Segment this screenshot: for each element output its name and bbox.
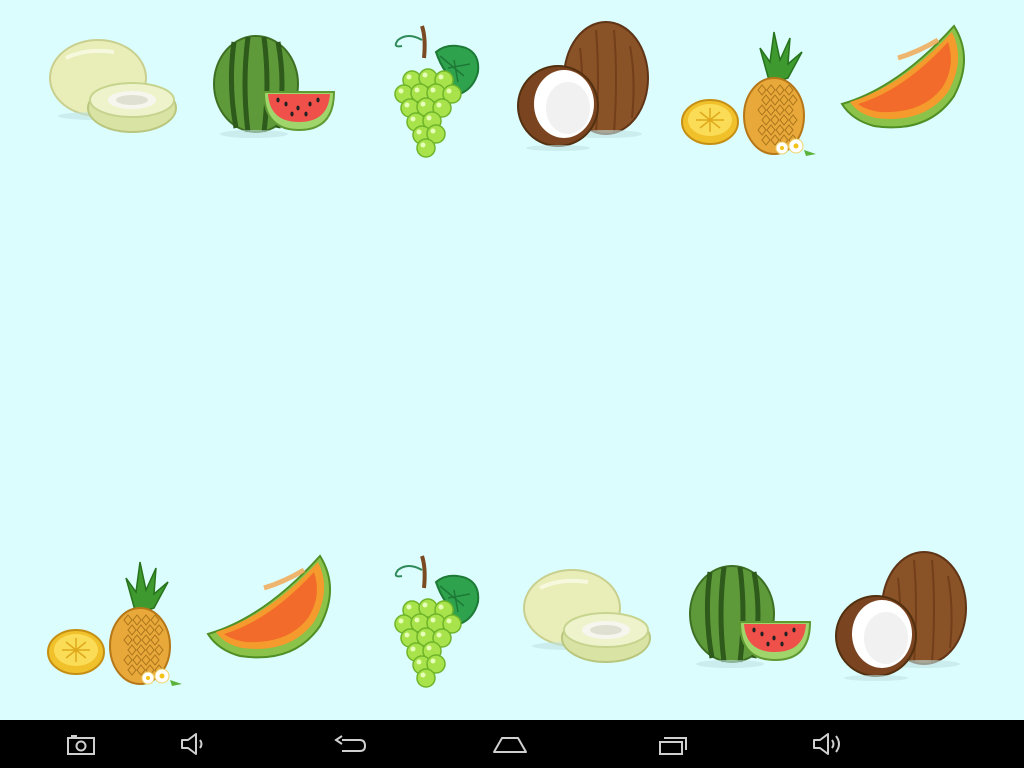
- top-row-card-2-watermelon[interactable]: [194, 18, 344, 168]
- recent-apps-button[interactable]: [654, 726, 694, 762]
- volume-up-icon: [813, 733, 840, 755]
- cantaloupe-icon: [206, 554, 331, 659]
- volume-up-button[interactable]: [808, 726, 848, 762]
- bottom-row-card-4-honeydew[interactable]: [510, 548, 660, 698]
- screenshot-button[interactable]: [60, 726, 100, 762]
- volume-down-icon: [181, 733, 203, 755]
- recent-apps-icon: [659, 737, 687, 755]
- coconut-icon: [517, 21, 649, 151]
- honeydew-icon: [523, 569, 651, 663]
- grapes-icon: [394, 555, 480, 688]
- volume-down-button[interactable]: [174, 726, 214, 762]
- top-row-card-6-cantaloupe[interactable]: [828, 18, 978, 168]
- top-row-card-5-pineapple[interactable]: [670, 18, 820, 168]
- bottom-fruit-row: [0, 548, 1024, 698]
- top-row-card-3-grapes[interactable]: [362, 18, 512, 168]
- pineapple-icon: [47, 561, 182, 686]
- back-button[interactable]: [330, 726, 370, 762]
- top-fruit-row: [0, 18, 1024, 168]
- home-button[interactable]: [490, 726, 530, 762]
- coconut-icon: [835, 551, 967, 681]
- top-row-card-4-coconut[interactable]: [510, 18, 660, 168]
- bottom-row-card-2-cantaloupe[interactable]: [194, 548, 344, 698]
- bottom-row-card-1-pineapple[interactable]: [36, 548, 186, 698]
- back-icon: [334, 735, 367, 752]
- game-board: [0, 0, 1024, 720]
- cantaloupe-icon: [840, 24, 965, 129]
- screenshot-icon: [67, 735, 95, 755]
- home-icon: [493, 737, 527, 753]
- top-row-card-1-honeydew[interactable]: [36, 18, 186, 168]
- bottom-row-card-6-coconut[interactable]: [828, 548, 978, 698]
- watermelon-icon: [213, 35, 336, 138]
- system-navigation-bar: [0, 720, 1024, 768]
- pineapple-icon: [681, 31, 816, 156]
- grapes-icon: [394, 25, 480, 158]
- honeydew-icon: [49, 39, 177, 133]
- bottom-row-card-3-grapes[interactable]: [362, 548, 512, 698]
- bottom-row-card-5-watermelon[interactable]: [670, 548, 820, 698]
- watermelon-icon: [689, 565, 812, 668]
